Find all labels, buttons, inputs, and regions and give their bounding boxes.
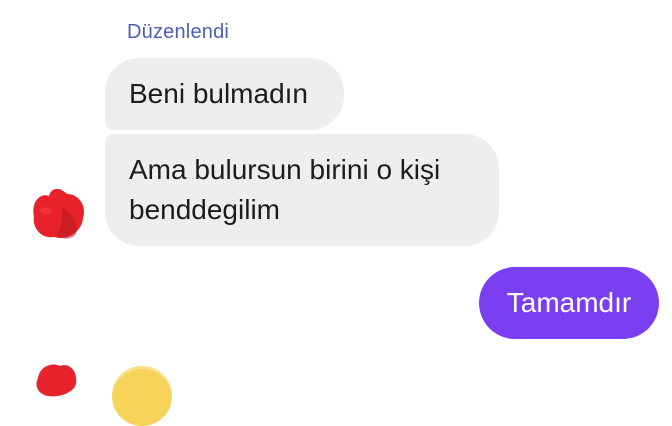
message-bubble-outgoing[interactable]: Tamamdır	[479, 267, 659, 339]
redacted-avatar-icon	[36, 364, 77, 397]
redacted-avatar-icon	[33, 188, 85, 239]
message-bubble-incoming[interactable]: Ama bulursun birini o kişi benddegilim	[105, 134, 499, 246]
message-text: Beni bulmadın	[129, 78, 309, 109]
edited-label: Düzenlendi	[127, 21, 230, 43]
sender-avatar[interactable]	[27, 180, 89, 242]
message-bubble-incoming[interactable]: Beni bulmadın	[105, 58, 344, 130]
message-text: Ama bulursun birini o kişi benddegilim	[129, 154, 441, 225]
message-text: Tamamdır	[506, 287, 632, 318]
sender-avatar[interactable]	[30, 358, 80, 398]
emoji-icon[interactable]	[112, 366, 172, 426]
